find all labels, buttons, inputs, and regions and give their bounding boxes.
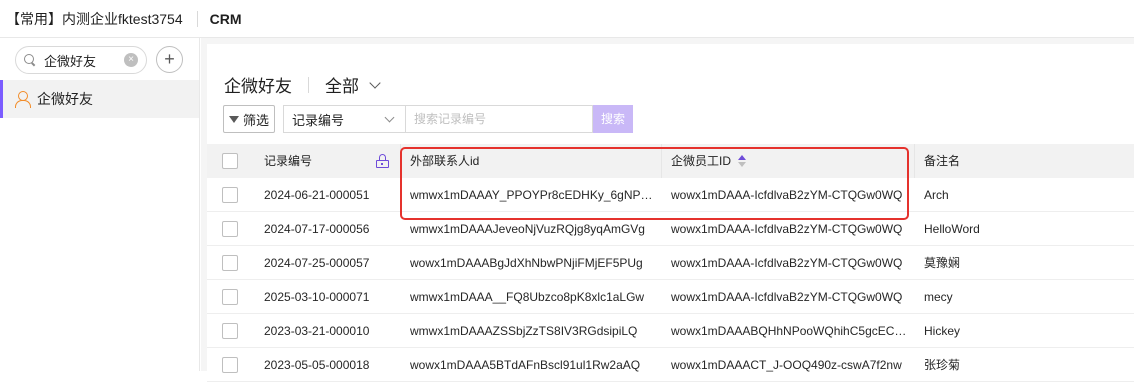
column-divider[interactable] — [914, 144, 915, 178]
person-icon — [15, 91, 31, 108]
table-header: 记录编号 外部联系人id 企微员工ID 备注名 — [207, 144, 1134, 178]
table-row[interactable]: 2023-03-21-000010 wmwx1mDAAAZSSbjZzTS8IV… — [207, 314, 1134, 348]
app-name[interactable]: CRM — [210, 11, 242, 27]
column-divider[interactable] — [400, 144, 401, 178]
cell-record-no[interactable]: 2024-07-17-000056 — [264, 212, 394, 246]
lock-icon — [376, 154, 389, 168]
org-name[interactable]: 【常用】内测企业fktest3754 — [6, 9, 183, 29]
add-button[interactable]: + — [156, 46, 183, 73]
chevron-down-icon[interactable] — [369, 76, 381, 89]
sidebar-search[interactable]: × — [15, 46, 147, 74]
main-area: 企微好友 全部 筛选 记录编号 搜索 记录编号 外部联系人id 企微 — [201, 38, 1134, 382]
row-checkbox[interactable] — [222, 187, 238, 203]
search-field-select[interactable]: 记录编号 — [283, 105, 405, 133]
table-row[interactable]: 2024-07-25-000057 wowx1mDAAABgJdXhNbwPNj… — [207, 246, 1134, 280]
cell-remark: 莫豫娴 — [924, 256, 961, 270]
cell-record-no[interactable]: 2023-03-21-000010 — [264, 314, 394, 348]
column-divider[interactable] — [661, 144, 662, 178]
cell-remark: Arch — [924, 188, 949, 202]
filter-icon — [228, 115, 239, 123]
row-checkbox[interactable] — [222, 221, 238, 237]
cell-record-no[interactable]: 2023-05-05-000018 — [264, 348, 394, 382]
table-row[interactable]: 2023-05-05-000018 wowx1mDAAA5BTdAFnBscl9… — [207, 348, 1134, 382]
top-bar: 【常用】内测企业fktest3754 CRM — [0, 0, 1134, 38]
column-header-employee-id[interactable]: 企微员工ID — [671, 144, 731, 178]
cell-record-no[interactable]: 2025-03-10-000071 — [264, 280, 394, 314]
cell-remark: 张珍菊 — [924, 358, 961, 372]
search-button[interactable]: 搜索 — [593, 105, 633, 133]
sort-ascending-icon[interactable] — [738, 154, 746, 168]
cell-employee-id: wowx1mDAAA-IcfdlvaB2zYM-CTQGw0WQ — [671, 256, 903, 270]
cell-external-id: wmwx1mDAAA__FQ8Ubzco8pK8xlc1aLGw — [410, 290, 645, 304]
column-header-remark[interactable]: 备注名 — [924, 144, 960, 178]
row-checkbox[interactable] — [222, 323, 238, 339]
select-all-checkbox[interactable] — [222, 153, 238, 169]
cell-employee-id: wowx1mDAAA-IcfdlvaB2zYM-CTQGw0WQ — [671, 290, 903, 304]
page-title: 企微好友 — [224, 77, 292, 96]
row-checkbox[interactable] — [222, 289, 238, 305]
cell-external-id: wowx1mDAAABgJdXhNbwPNjiFMjEF5PUg — [410, 256, 643, 270]
sidebar: × + 企微好友 — [0, 38, 200, 371]
record-search[interactable] — [405, 105, 593, 133]
topbar-divider — [196, 10, 198, 27]
cell-external-id: wmwx1mDAAAY_PPOYPr8cEDHKy_6gNP… — [410, 188, 653, 202]
sidebar-search-input[interactable] — [44, 52, 124, 68]
cell-external-id: wmwx1mDAAAZSSbjZzTS8IV3RGdsipiLQ — [410, 324, 638, 338]
content-panel: 企微好友 全部 筛选 记录编号 搜索 记录编号 外部联系人id 企微 — [207, 44, 1134, 382]
record-search-input[interactable] — [414, 112, 584, 126]
cell-remark: Hickey — [924, 324, 961, 338]
field-select-value: 记录编号 — [292, 112, 345, 128]
filter-button[interactable]: 筛选 — [223, 105, 275, 133]
table-row[interactable]: 2025-03-10-000071 wmwx1mDAAA__FQ8Ubzco8p… — [207, 280, 1134, 314]
column-header-external-id[interactable]: 外部联系人id — [410, 144, 479, 178]
header-divider — [308, 76, 309, 93]
view-selector[interactable]: 全部 — [325, 72, 359, 97]
search-icon — [24, 54, 36, 66]
close-circle-icon[interactable]: × — [124, 53, 138, 67]
cell-employee-id: wowx1mDAAA-IcfdlvaB2zYM-CTQGw0WQ — [671, 222, 903, 236]
cell-remark: mecy — [924, 290, 953, 304]
row-checkbox[interactable] — [222, 255, 238, 271]
cell-employee-id: wowx1mDAAACT_J-OOQ490z-cswA7f2nw — [671, 358, 902, 372]
table-row[interactable]: 2024-06-21-000051 wmwx1mDAAAY_PPOYPr8cED… — [207, 178, 1134, 212]
table-row[interactable]: 2024-07-17-000056 wmwx1mDAAAJeveoNjVuzRQ… — [207, 212, 1134, 246]
cell-external-id: wmwx1mDAAAJeveoNjVuzRQjg8yqAmGVg — [410, 222, 645, 236]
cell-employee-id: wowx1mDAAA-IcfdlvaB2zYM-CTQGw0WQ — [671, 188, 903, 202]
cell-employee-id: wowx1mDAAABQHhNPooWQhihC5gcEC… — [671, 324, 907, 338]
cell-record-no[interactable]: 2024-06-21-000051 — [264, 178, 394, 212]
cell-record-no[interactable]: 2024-07-25-000057 — [264, 246, 394, 280]
page-header: 企微好友 全部 — [224, 72, 381, 97]
column-header-record-no[interactable]: 记录编号 — [264, 144, 312, 178]
sidebar-item-label: 企微好友 — [37, 91, 93, 107]
cell-remark: HelloWord — [924, 222, 980, 236]
filter-label: 筛选 — [242, 112, 269, 128]
sidebar-item-wecom-friends[interactable]: 企微好友 — [0, 80, 199, 118]
chevron-down-icon — [384, 112, 395, 123]
cell-external-id: wowx1mDAAA5BTdAFnBscl91ul1Rw2aAQ — [410, 358, 641, 372]
